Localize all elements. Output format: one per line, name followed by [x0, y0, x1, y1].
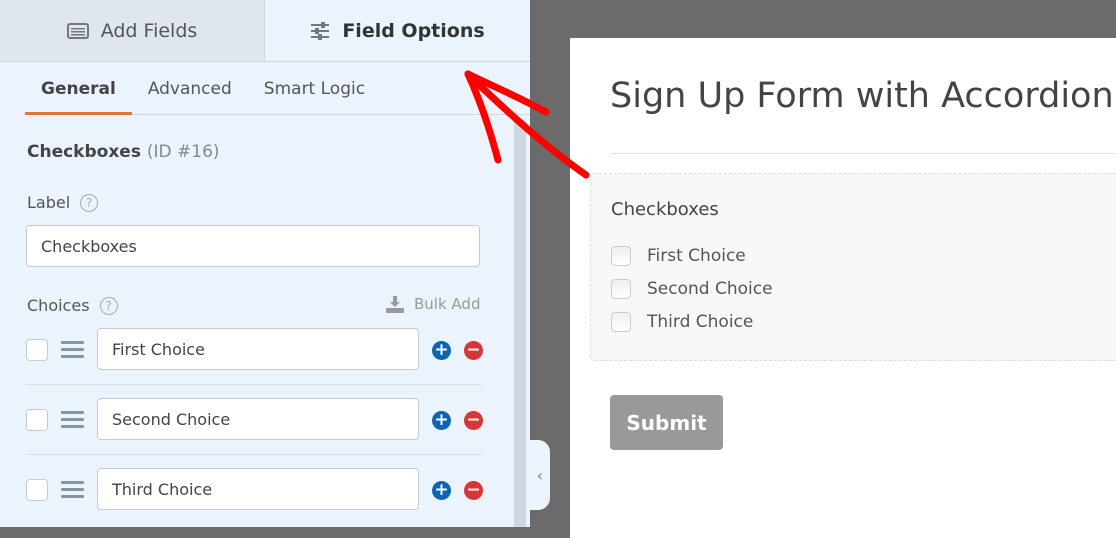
divider [26, 454, 482, 455]
form-title: Sign Up Form with Accordion [610, 76, 1114, 116]
sub-tabs: General Advanced Smart Logic [25, 62, 530, 115]
remove-choice-icon[interactable]: − [464, 481, 483, 500]
checkbox[interactable] [611, 279, 631, 299]
remove-choice-icon[interactable]: − [464, 341, 483, 360]
default-checkbox[interactable] [26, 479, 48, 501]
checkbox-field-preview[interactable]: Checkboxes First Choice Second Choice Th… [590, 173, 1116, 361]
choices-heading: Choices? [27, 296, 118, 315]
choice-input[interactable]: Third Choice [97, 468, 419, 510]
scrollbar[interactable] [514, 120, 526, 527]
tab-add-fields[interactable]: Add Fields [0, 0, 265, 61]
choices-text: Choices [27, 296, 90, 315]
field-title: Checkboxes (ID #16) [27, 142, 220, 162]
choice-input[interactable]: Second Choice [97, 398, 419, 440]
drag-handle-icon[interactable] [61, 411, 84, 432]
option-label: First Choice [647, 246, 746, 266]
tab-label: Field Options [342, 19, 485, 42]
choice-input[interactable]: First Choice [97, 328, 419, 370]
drag-handle-icon[interactable] [61, 481, 84, 502]
checkbox[interactable] [611, 246, 631, 266]
label-heading: Label? [27, 193, 99, 212]
field-id: (ID #16) [146, 142, 220, 162]
panel-tabs: Add Fields Field Options [0, 0, 530, 62]
preview-option[interactable]: First Choice [611, 246, 746, 266]
add-choice-icon[interactable]: + [432, 481, 451, 500]
tab-smart-logic[interactable]: Smart Logic [248, 62, 381, 115]
help-icon[interactable]: ? [80, 193, 99, 212]
preview-option[interactable]: Second Choice [611, 279, 773, 299]
preview-option[interactable]: Third Choice [611, 312, 753, 332]
download-icon [386, 295, 404, 313]
chevron-left-icon: ‹ [536, 465, 544, 485]
tab-field-options[interactable]: Field Options [265, 0, 530, 61]
remove-choice-icon[interactable]: − [464, 411, 483, 430]
label-input[interactable]: Checkboxes [26, 225, 480, 267]
sliders-icon [311, 21, 330, 40]
drag-handle-icon[interactable] [61, 341, 84, 362]
label-text: Label [27, 193, 71, 212]
add-choice-icon[interactable]: + [432, 341, 451, 360]
field-label: Checkboxes [611, 199, 719, 220]
tab-general[interactable]: General [25, 62, 132, 115]
default-checkbox[interactable] [26, 339, 48, 361]
bulk-add-label: Bulk Add [414, 295, 481, 313]
divider [26, 384, 482, 385]
submit-button[interactable]: Submit [610, 395, 723, 450]
list-icon [66, 22, 89, 39]
bulk-add-button[interactable]: Bulk Add [386, 295, 480, 313]
add-choice-icon[interactable]: + [432, 411, 451, 430]
tab-label: Add Fields [100, 19, 198, 42]
checkbox[interactable] [611, 312, 631, 332]
field-name: Checkboxes [27, 142, 141, 162]
field-options-panel: Add Fields Field Options General Advance… [0, 0, 530, 527]
option-label: Second Choice [647, 279, 773, 299]
help-icon[interactable]: ? [99, 296, 118, 315]
default-checkbox[interactable] [26, 409, 48, 431]
tab-advanced[interactable]: Advanced [132, 62, 248, 115]
collapse-panel-button[interactable]: ‹ [530, 440, 550, 510]
option-label: Third Choice [647, 312, 754, 332]
form-preview: Sign Up Form with Accordion Checkboxes F… [570, 38, 1116, 538]
divider [610, 153, 1116, 154]
